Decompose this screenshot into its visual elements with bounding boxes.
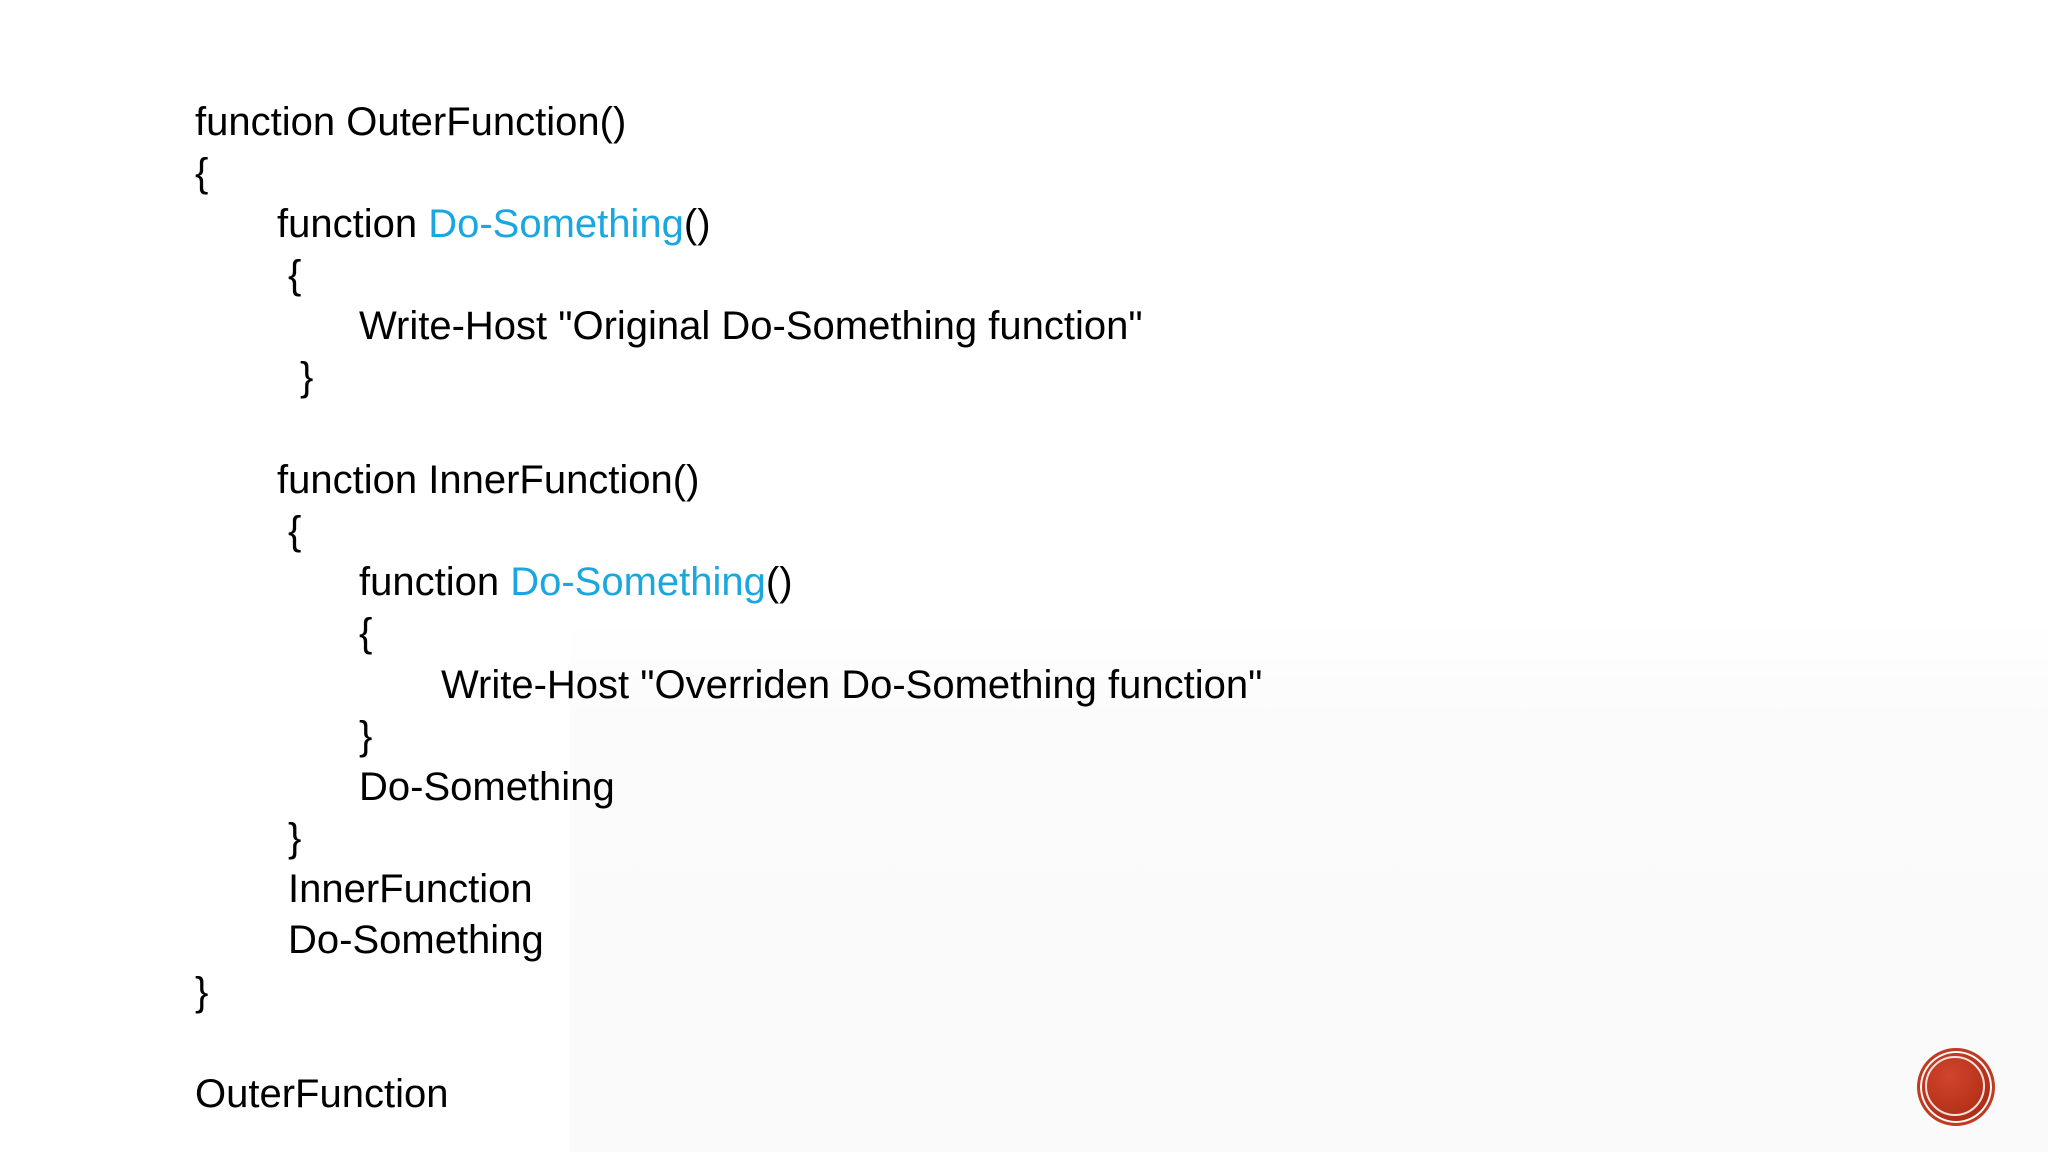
code-line: Do-Something (359, 763, 615, 811)
code-text: } (359, 714, 373, 758)
code-text: function (359, 560, 511, 604)
code-text: function (277, 202, 429, 246)
code-line: function OuterFunction() (195, 98, 626, 146)
code-text: } (195, 970, 209, 1014)
code-line: } (300, 353, 313, 401)
code-text: function OuterFunction() (195, 100, 627, 144)
slide-badge-icon (1917, 1048, 1995, 1126)
code-text: Do-Something (359, 765, 615, 809)
code-line: Do-Something (288, 916, 544, 964)
code-line: } (288, 814, 301, 862)
code-text: Write-Host "Overriden Do-Something funct… (441, 663, 1263, 707)
code-line: } (359, 712, 372, 760)
code-line: { (195, 149, 208, 197)
code-line: function Do-Something() (277, 200, 711, 248)
code-line: { (359, 609, 372, 657)
code-line: function Do-Something() (359, 558, 793, 606)
code-line: } (195, 968, 208, 1016)
code-line: Write-Host "Original Do-Something functi… (359, 302, 1143, 350)
code-line: Write-Host "Overriden Do-Something funct… (441, 661, 1262, 709)
code-text: { (288, 509, 302, 553)
code-text: Do-Something (288, 918, 544, 962)
code-text: { (288, 253, 302, 297)
code-text: Write-Host "Original Do-Something functi… (359, 304, 1143, 348)
code-text: function InnerFunction() (277, 458, 700, 502)
code-text: InnerFunction (288, 867, 533, 911)
code-text: { (195, 151, 209, 195)
code-line: { (288, 507, 301, 555)
badge-ring (1925, 1056, 1985, 1116)
code-text: OuterFunction (195, 1072, 449, 1116)
code-text: () (765, 560, 793, 604)
code-text: () (683, 202, 711, 246)
code-line: OuterFunction (195, 1070, 448, 1118)
code-text: } (300, 355, 314, 399)
code-line: { (288, 251, 301, 299)
code-block: function OuterFunction() { function Do-S… (0, 0, 2048, 1152)
code-line: function InnerFunction() (277, 456, 699, 504)
function-name-highlight: Do-Something (510, 560, 766, 604)
code-text: } (288, 816, 302, 860)
function-name-highlight: Do-Something (428, 202, 684, 246)
code-line: InnerFunction (288, 865, 533, 913)
presentation-slide: function OuterFunction() { function Do-S… (0, 0, 2048, 1152)
code-text: { (359, 611, 373, 655)
